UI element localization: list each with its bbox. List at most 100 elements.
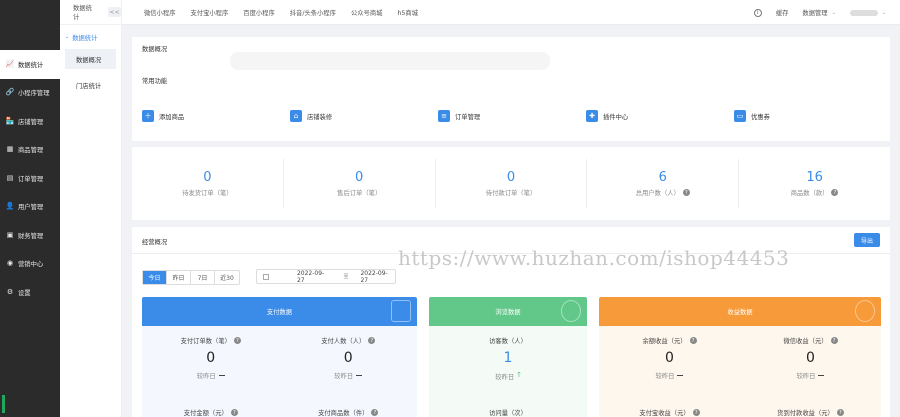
tab-alipay-miniprogram[interactable]: 支付宝小程序: [190, 8, 228, 17]
metric-label: 支付订单数（笔）: [180, 338, 231, 345]
help-icon[interactable]: ?: [682, 189, 690, 196]
order-icon: ▤: [6, 173, 14, 182]
metric-label: 微信收益（元）: [783, 338, 828, 345]
collapse-button[interactable]: <<: [108, 7, 121, 17]
main-content: 数据概况 常用功能 ＋ 添加商品 ⌂ 店铺装修 ≡ 订单管理 ✚ 插件中心 ▭ …: [122, 25, 900, 417]
stat-pending-shipment[interactable]: 0 待发货订单（笔）: [132, 159, 284, 208]
range-7days[interactable]: 7日: [191, 271, 215, 284]
panel-title: 支付数据: [266, 309, 293, 316]
chevron-down-icon: ⌄: [65, 34, 70, 40]
plugin-center-button[interactable]: ✚ 插件中心: [586, 110, 628, 122]
metric-cod-income: 货到付款收益（元）?: [740, 408, 881, 417]
sidebar-item-miniprogram[interactable]: 🔗 小程序管理: [0, 79, 60, 108]
sidebar-item-finance[interactable]: ▣ 财务管理: [0, 221, 60, 250]
panel-title: 收益数据: [727, 309, 753, 316]
top-right-actions: i 缓存 数据管理 ⌄ ⌄: [753, 0, 900, 25]
dash-icon: [356, 374, 363, 377]
help-icon[interactable]: ?: [368, 337, 376, 344]
order-manage-button[interactable]: ≡ 订单管理: [438, 110, 480, 122]
plugin-icon: ✚: [586, 110, 598, 122]
panel-header: 收益数据: [599, 297, 881, 326]
metric-compare: 较昨日: [196, 373, 216, 380]
panel-body: 访客数（人） 1 较昨日 🡑 访问量（次）: [429, 326, 587, 417]
sidebar-item-statistics[interactable]: 📈 数据统计: [0, 50, 60, 79]
help-icon[interactable]: ?: [830, 337, 838, 344]
sub-item-store-stats[interactable]: 门店统计: [60, 75, 121, 95]
help-icon[interactable]: ?: [233, 337, 241, 344]
metric-value: 1: [503, 350, 513, 366]
finance-icon: ▣: [6, 230, 14, 239]
business-title: 经营概况: [142, 239, 168, 246]
sidebar-item-label: 设置: [18, 289, 31, 297]
clear-cache-button[interactable]: 缓存: [776, 8, 789, 17]
tab-wechat-miniprogram[interactable]: 微信小程序: [144, 8, 175, 17]
metric-label: 访客数（人）: [489, 338, 527, 345]
metric-label: 货到付款收益（元）: [777, 410, 834, 417]
common-functions-title: 常用功能: [142, 78, 168, 85]
tab-baidu-miniprogram[interactable]: 百度小程序: [243, 8, 274, 17]
sidebar-item-label: 店铺管理: [18, 118, 44, 126]
export-button[interactable]: 导出: [854, 233, 880, 247]
range-yesterday[interactable]: 昨日: [167, 271, 191, 284]
metric-pay-orders: 支付订单数（笔）? 0 较昨日: [142, 336, 280, 380]
calendar-icon: [263, 273, 269, 280]
visit-data-panel: 浏览数据 访客数（人） 1 较昨日 🡑 访问量（次）: [429, 297, 587, 417]
sub-group-statistics[interactable]: ⌄ 数据统计: [60, 25, 121, 49]
user-menu[interactable]: ⌄: [849, 9, 886, 16]
stat-pending-payment[interactable]: 0 待付款订单（笔）: [436, 159, 588, 208]
metric-compare: 较昨日: [495, 374, 515, 381]
coupon-button[interactable]: ▭ 优惠券: [734, 110, 770, 122]
chevron-down-icon: ⌄: [881, 9, 886, 16]
panel-header: 支付数据: [142, 297, 417, 326]
stat-label: 售后订单（笔）: [337, 190, 382, 197]
sidebar-item-label: 营销中心: [18, 261, 44, 269]
stat-label: 待发货订单（笔）: [182, 190, 233, 197]
arrow-up-icon: 🡑: [517, 371, 521, 379]
help-icon[interactable]: ?: [371, 409, 379, 416]
overview-title: 数据概况: [142, 46, 168, 53]
tab-h5-mall[interactable]: h5商城: [397, 8, 418, 17]
metric-pay-goods: 支付商品数（件）?: [280, 408, 418, 417]
date-range-picker[interactable]: 2022-09-27 至 2022-09-27: [256, 269, 396, 284]
info-button[interactable]: i: [753, 8, 762, 17]
user-icon: 👤: [5, 202, 15, 211]
stat-after-sale[interactable]: 0 售后订单（笔）: [284, 159, 436, 208]
add-goods-button[interactable]: ＋ 添加商品: [142, 110, 184, 122]
sidebar-item-label: 用户管理: [18, 204, 44, 212]
metric-wechat-income: 微信收益（元）? 0 较昨日: [740, 336, 881, 380]
panel-body: 支付订单数（笔）? 0 较昨日 支付人数（人）? 0 较昨日 支付金额（元）? …: [142, 326, 417, 417]
metric-compare: 较昨日: [655, 373, 675, 380]
help-icon[interactable]: ?: [230, 409, 238, 416]
top-bar: 微信小程序 支付宝小程序 百度小程序 抖音/头条小程序 公众号商城 h5商城 i…: [122, 0, 900, 25]
tab-douyin-miniprogram[interactable]: 抖音/头条小程序: [290, 8, 336, 17]
download-icon: [391, 300, 411, 322]
shop-decor-button[interactable]: ⌂ 店铺装修: [290, 110, 332, 122]
metric-label: 支付商品数（件）: [318, 410, 369, 417]
sidebar-item-marketing[interactable]: ◉ 营销中心: [0, 250, 60, 279]
help-icon[interactable]: ?: [836, 409, 844, 416]
sidebar-item-settings[interactable]: ⚙ 设置: [0, 278, 60, 307]
sidebar-item-orders[interactable]: ▤ 订单管理: [0, 164, 60, 193]
add-goods-icon: ＋: [142, 110, 154, 122]
marketing-icon: ◉: [6, 259, 14, 268]
sidebar-item-users[interactable]: 👤 用户管理: [0, 193, 60, 222]
range-30days[interactable]: 近30: [215, 271, 239, 284]
help-icon[interactable]: ?: [831, 189, 839, 196]
common-functions: ＋ 添加商品 ⌂ 店铺装修 ≡ 订单管理 ✚ 插件中心 ▭ 优惠券: [142, 110, 882, 124]
help-icon[interactable]: ?: [689, 337, 697, 344]
info-icon: i: [753, 8, 762, 17]
dash-icon: [818, 374, 825, 377]
admin-menu[interactable]: 数据管理 ⌄: [802, 8, 836, 18]
help-icon[interactable]: ?: [692, 409, 700, 416]
sidebar-item-goods[interactable]: ▦ 商品管理: [0, 136, 60, 165]
tab-official-account[interactable]: 公众号商城: [351, 8, 382, 17]
sidebar-item-store[interactable]: 🏪 店铺管理: [0, 107, 60, 136]
range-today[interactable]: 今日: [143, 271, 167, 284]
metric-value: 0: [665, 350, 674, 366]
stat-total-users[interactable]: 6 总用户数（人）?: [587, 159, 740, 208]
sub-item-overview[interactable]: 数据概况: [65, 49, 116, 69]
sidebar-item-label: 小程序管理: [18, 90, 50, 98]
stat-goods-count[interactable]: 16 商品数（款）?: [739, 159, 890, 208]
settings-icon: ⚙: [6, 287, 14, 296]
chevron-down-icon: ⌄: [831, 9, 836, 16]
